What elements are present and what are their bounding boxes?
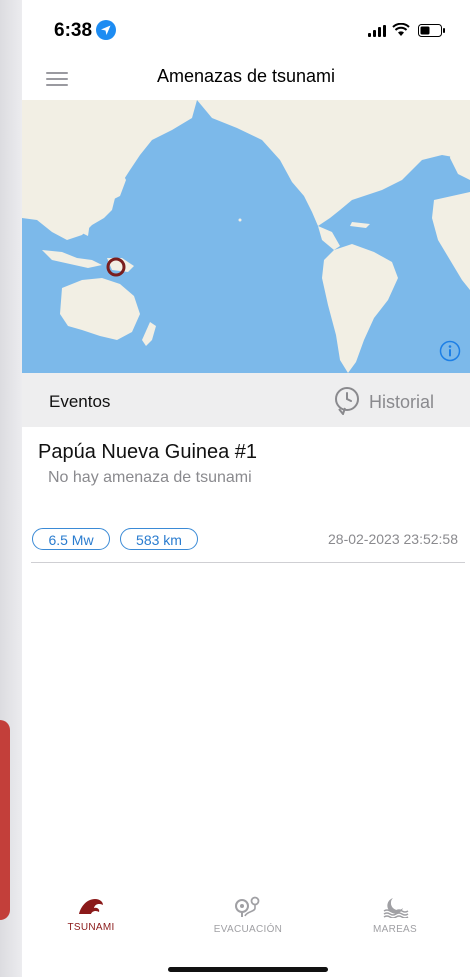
route-pin-icon bbox=[235, 896, 260, 917]
tab-bar: TSUNAMI EVACUACIÓN MAREAS bbox=[22, 890, 470, 950]
clock-history-icon bbox=[335, 387, 359, 415]
event-datetime: 28-02-2023 23:52:58 bbox=[328, 531, 458, 547]
event-title: Papúa Nueva Guinea #1 bbox=[38, 441, 258, 463]
wifi-icon bbox=[392, 23, 410, 36]
page-title: Amenazas de tsunami bbox=[156, 66, 336, 86]
events-section-label: Eventos bbox=[49, 392, 111, 411]
home-indicator[interactable] bbox=[168, 967, 328, 972]
tab-mareas[interactable]: MAREAS bbox=[340, 890, 450, 946]
status-bar: 6:38 bbox=[22, 0, 470, 60]
world-map[interactable] bbox=[22, 100, 470, 373]
tab-evacuacion[interactable]: EVACUACIÓN bbox=[193, 890, 303, 946]
hawaii-islands bbox=[238, 218, 242, 222]
background-red-edge bbox=[0, 720, 10, 920]
wave-icon bbox=[79, 899, 103, 914]
location-arrow-icon bbox=[96, 20, 116, 40]
events-header: Eventos Historial bbox=[22, 373, 470, 427]
battery-icon bbox=[418, 24, 445, 37]
cellular-signal-icon bbox=[368, 25, 386, 37]
magnitude-badge: 6.5 Mw bbox=[32, 528, 110, 550]
status-time: 6:38 bbox=[54, 20, 93, 41]
tab-tsunami-label: TSUNAMI bbox=[67, 922, 115, 933]
list-divider bbox=[31, 562, 465, 563]
map-drawing bbox=[22, 100, 470, 373]
tab-mareas-label: MAREAS bbox=[372, 924, 418, 935]
depth-badge: 583 km bbox=[120, 528, 198, 550]
app-screen: 6:38 Amenazas de tsunami Eventos Histori… bbox=[22, 0, 470, 977]
tide-moon-icon bbox=[383, 898, 409, 918]
navigation-bar: Amenazas de tsunami bbox=[22, 60, 470, 100]
event-threat-status: No hay amenaza de tsunami bbox=[48, 469, 252, 486]
history-label: Historial bbox=[369, 392, 435, 412]
tab-evacuacion-label: EVACUACIÓN bbox=[213, 924, 283, 935]
event-list-item[interactable]: Papúa Nueva Guinea #1 No hay amenaza de … bbox=[22, 427, 470, 563]
info-icon[interactable] bbox=[439, 340, 461, 362]
tab-tsunami[interactable]: TSUNAMI bbox=[36, 890, 146, 946]
